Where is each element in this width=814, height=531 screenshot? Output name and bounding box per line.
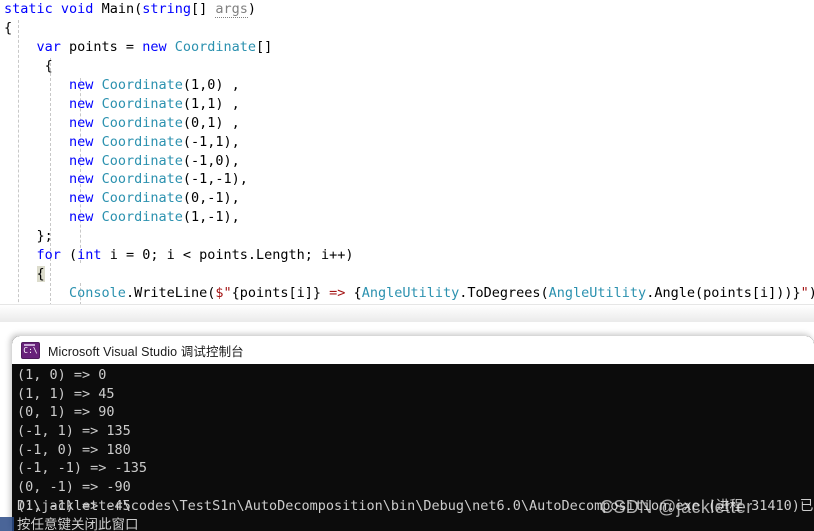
code-token: Console <box>69 285 126 302</box>
console-output-line: (1, 1) => 45 <box>17 385 115 402</box>
code-token: new <box>69 95 94 112</box>
code-line[interactable]: var points = new Coordinate[] <box>0 38 814 57</box>
console-output-line: (0, -1) => -90 <box>17 479 131 496</box>
code-token: var <box>36 38 61 55</box>
console-window[interactable]: C:\ Microsoft Visual Studio 调试控制台 (1, 0)… <box>12 336 814 531</box>
code-line[interactable]: new Coordinate(-1,-1), <box>0 170 814 189</box>
console-output-line: (-1, 0) => 180 <box>17 441 131 458</box>
console-output-line: (-1, -1) => -135 <box>17 460 148 477</box>
code-token: Coordinate <box>174 38 256 55</box>
code-token: AngleUtility <box>548 285 647 302</box>
code-token: Coordinate <box>101 133 183 150</box>
code-token: $" <box>215 285 232 302</box>
code-line[interactable]: new Coordinate(-1,0), <box>0 152 814 171</box>
code-line[interactable]: new Coordinate(0,1) , <box>0 114 814 133</box>
code-token: Coordinate <box>101 114 183 131</box>
code-token: for <box>36 247 61 264</box>
code-token: new <box>142 38 167 55</box>
console-output-line: (-1, 1) => 135 <box>17 423 131 440</box>
code-line[interactable]: new Coordinate(-1,1), <box>0 133 814 152</box>
code-token: Coordinate <box>101 95 183 112</box>
code-token: new <box>69 76 94 93</box>
code-token: new <box>69 209 94 226</box>
code-token: Coordinate <box>101 76 183 93</box>
code-line[interactable]: new Coordinate(1,0) , <box>0 76 814 95</box>
code-line[interactable]: { <box>0 57 814 76</box>
code-line[interactable]: static void Main(string[] args) <box>0 0 814 19</box>
editor-horizontal-scroll-area[interactable] <box>0 304 814 322</box>
code-line[interactable]: new Coordinate(1,-1), <box>0 208 814 227</box>
code-text[interactable]: static void Main(string[] args){ var poi… <box>0 0 814 322</box>
console-window-title: Microsoft Visual Studio 调试控制台 <box>48 344 244 359</box>
code-token: new <box>69 190 94 207</box>
code-token: int <box>77 247 102 264</box>
console-exit-message: D:\jackletter\codes\TestS1n\AutoDecompos… <box>17 497 814 531</box>
code-token: args <box>215 1 248 18</box>
code-line[interactable]: Console.WriteLine($"{points[i]} => {Angl… <box>0 284 814 303</box>
taskbar-edge-artifact <box>0 517 14 531</box>
code-token: new <box>69 152 94 169</box>
code-token: " <box>800 285 809 302</box>
console-icon-label: C:\ <box>23 345 38 355</box>
code-token: void <box>60 1 94 17</box>
code-token: => <box>329 285 346 302</box>
console-footer-line: 按任意键关闭此窗口 <box>17 516 139 531</box>
code-token: string <box>142 1 191 17</box>
code-token: { <box>36 266 45 283</box>
code-token: new <box>69 133 94 150</box>
code-token: Coordinate <box>101 152 183 169</box>
code-editor[interactable]: static void Main(string[] args){ var poi… <box>0 0 814 322</box>
code-line[interactable]: }; <box>0 227 814 246</box>
console-output-line: (1, 0) => 0 <box>17 367 107 383</box>
console-app-icon: C:\ <box>21 341 40 359</box>
code-token: new <box>69 171 94 188</box>
console-footer-line: D:\jackletter\codes\TestS1n\AutoDecompos… <box>17 498 814 514</box>
code-token: Coordinate <box>101 190 183 207</box>
code-token: new <box>69 114 94 131</box>
code-token: static <box>4 1 53 17</box>
code-line[interactable]: { <box>0 19 814 38</box>
code-line[interactable]: new Coordinate(0,-1), <box>0 189 814 208</box>
code-token: Coordinate <box>101 171 183 188</box>
console-output-line: (0, 1) => 90 <box>17 404 115 421</box>
code-line[interactable]: { <box>0 265 814 284</box>
code-token: Coordinate <box>101 209 183 226</box>
console-titlebar[interactable]: C:\ Microsoft Visual Studio 调试控制台 <box>12 336 814 364</box>
code-line[interactable]: new Coordinate(1,1) , <box>0 95 814 114</box>
code-token: AngleUtility <box>361 285 460 302</box>
code-line[interactable]: for (int i = 0; i < points.Length; i++) <box>0 246 814 265</box>
